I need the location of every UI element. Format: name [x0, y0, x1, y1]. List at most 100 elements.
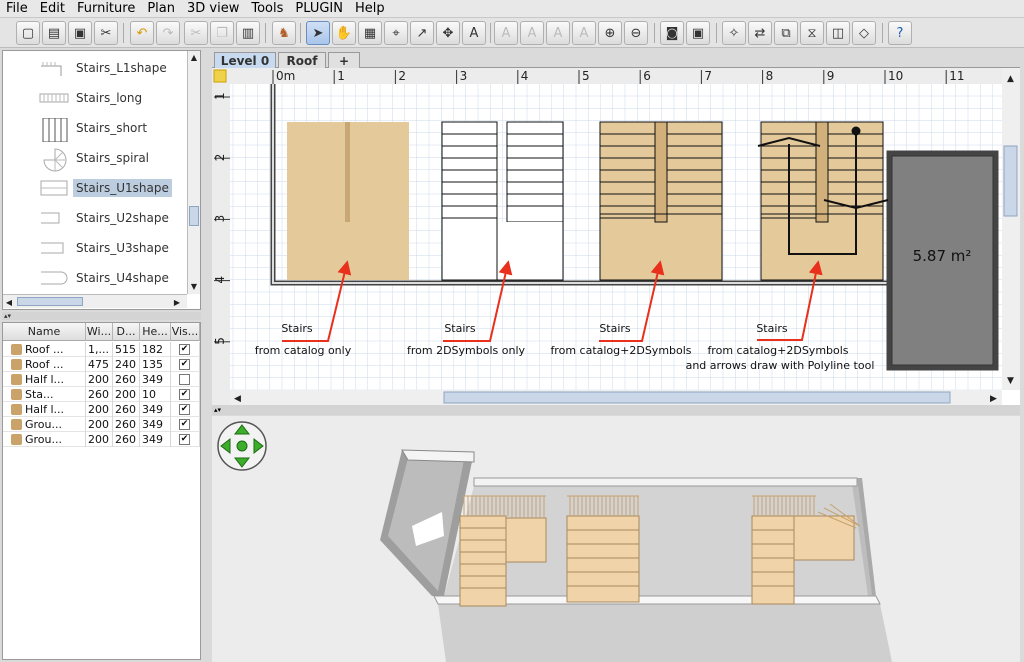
text-italic-icon[interactable]: A — [520, 21, 544, 45]
menu-plan[interactable]: Plan — [141, 0, 181, 18]
zoom-out-icon[interactable]: ⊖ — [624, 21, 648, 45]
ruler-x-label: 3 — [460, 69, 468, 83]
3d-view[interactable] — [212, 416, 1020, 662]
table-row[interactable]: Roof ... 1,... 515 182 ✔ — [3, 342, 200, 357]
tab-level-0[interactable]: Level 0 — [214, 52, 276, 68]
export-icon[interactable]: ◇ — [852, 21, 876, 45]
create-rooms-icon[interactable]: ▦ — [358, 21, 382, 45]
create-photo-icon[interactable]: ◙ — [660, 21, 684, 45]
menu-3d-view[interactable]: 3D view — [181, 0, 245, 18]
table-cell: 182 — [140, 342, 171, 357]
table-row[interactable]: Half l... 200 260 349 ✔ — [3, 402, 200, 417]
navigation-arrows-icon[interactable] — [216, 420, 268, 472]
toolbar: ▢ ▤ ▣ ✂ ↶ ↷ ✂ ❐ ▥ ♞ ➤ ✋ ▦ ⌖ ↗ ✥ A A A A … — [0, 18, 1024, 48]
text-bold-icon[interactable]: A — [494, 21, 518, 45]
splitter[interactable]: ▴▾ — [212, 405, 1020, 415]
add-level-button[interactable]: + — [328, 52, 360, 68]
table-cell: Half l... — [3, 372, 86, 387]
cut-preferences-icon[interactable]: ✂ — [94, 21, 118, 45]
stairs-catalog-2dsymbols-arrows — [757, 121, 889, 281]
help-icon[interactable]: ? — [888, 21, 912, 45]
ruler-y-label: 1 — [213, 92, 227, 100]
table-row[interactable]: Half l... 200 260 349 — [3, 372, 200, 387]
table-row[interactable]: Roof ... 475 240 135 ✔ — [3, 357, 200, 372]
scroll-right-icon[interactable]: ▶ — [171, 296, 183, 308]
create-labels-icon[interactable]: ✥ — [436, 21, 460, 45]
create-dimension-icon[interactable]: ↗ — [410, 21, 434, 45]
reduce-text-icon[interactable]: A — [572, 21, 596, 45]
column-header-name[interactable]: Name — [3, 323, 86, 341]
zoom-in-icon[interactable]: ⊕ — [598, 21, 622, 45]
column-header-height[interactable]: He... — [140, 323, 171, 341]
menu-bar: File Edit Furniture Plan 3D view Tools P… — [0, 0, 1024, 18]
enlarge-text-icon[interactable]: A — [546, 21, 570, 45]
create-video-icon[interactable]: ▣ — [686, 21, 710, 45]
open-icon[interactable]: ▤ — [42, 21, 66, 45]
annotation-text: from catalog only — [255, 344, 352, 357]
visible-checkbox[interactable]: ✔ — [179, 404, 190, 415]
ruler-corner-icon — [213, 69, 227, 83]
undo-icon[interactable]: ↶ — [130, 21, 154, 45]
create-polylines-icon[interactable]: ⌖ — [384, 21, 408, 45]
scroll-down-icon[interactable]: ▼ — [188, 280, 200, 292]
table-cell: 515 — [113, 342, 140, 357]
table-cell: 349 — [140, 402, 171, 417]
menu-help[interactable]: Help — [349, 0, 391, 18]
table-cell: 475 — [86, 357, 113, 372]
annotation-text: Stairs — [756, 322, 788, 335]
visible-checkbox[interactable]: ✔ — [179, 389, 190, 400]
new-file-icon[interactable]: ▢ — [16, 21, 40, 45]
menu-file[interactable]: File — [0, 0, 34, 18]
furniture-list: Name Wi... D... He... Vis... Roof ... 1,.… — [2, 322, 201, 660]
visible-checkbox[interactable]: ✔ — [179, 434, 190, 445]
table-row[interactable]: Sta... 260 200 10 ✔ — [3, 387, 200, 402]
visible-checkbox[interactable] — [179, 374, 190, 385]
menu-tools[interactable]: Tools — [245, 0, 289, 18]
table-cell: 349 — [140, 417, 171, 432]
save-icon[interactable]: ▣ — [68, 21, 92, 45]
column-header-width[interactable]: Wi... — [86, 323, 113, 341]
catalog-horizontal-scrollbar[interactable]: ◀ ▶ — [3, 294, 187, 308]
scroll-thumb[interactable] — [17, 297, 83, 306]
copy-icon[interactable]: ❐ — [210, 21, 234, 45]
column-header-visible[interactable]: Vis... — [171, 323, 200, 341]
visible-checkbox[interactable]: ✔ — [179, 419, 190, 430]
tab-roof[interactable]: Roof — [278, 52, 326, 68]
menu-edit[interactable]: Edit — [34, 0, 71, 18]
stairs-icon — [11, 389, 22, 400]
splitter[interactable]: ▴▾ — [2, 312, 201, 320]
plan-view[interactable]: 0m1234567891011 12345 5.87 m² — [212, 68, 1020, 405]
mirror-icon[interactable]: ⧖ — [800, 21, 824, 45]
scroll-left-icon[interactable]: ◀ — [3, 296, 15, 308]
menu-plugin[interactable]: PLUGIN — [289, 0, 349, 18]
redo-icon[interactable]: ↷ — [156, 21, 180, 45]
stairs-short-icon — [39, 117, 69, 143]
scroll-thumb[interactable] — [189, 206, 199, 226]
table-cell: Grou... — [3, 417, 86, 432]
paste-icon[interactable]: ▥ — [236, 21, 260, 45]
table-cell: 260 — [86, 387, 113, 402]
import-texture-icon[interactable]: ⇄ — [748, 21, 772, 45]
group-icon — [11, 434, 22, 445]
cut-icon[interactable]: ✂ — [184, 21, 208, 45]
import-furniture-icon[interactable]: ✧ — [722, 21, 746, 45]
scroll-up-icon[interactable]: ▲ — [188, 51, 200, 63]
select-arrow-icon[interactable]: ➤ — [306, 21, 330, 45]
table-cell: 260 — [113, 417, 140, 432]
table-cell: 1,... — [86, 342, 113, 357]
pan-hand-icon[interactable]: ✋ — [332, 21, 356, 45]
table-cell: 200 — [86, 402, 113, 417]
column-header-depth[interactable]: D... — [113, 323, 140, 341]
add-furniture-icon[interactable]: ♞ — [272, 21, 296, 45]
catalog-vertical-scrollbar[interactable]: ▲ ▼ — [187, 51, 200, 294]
add-text-icon[interactable]: A — [462, 21, 486, 45]
visible-checkbox[interactable]: ✔ — [179, 359, 190, 370]
menu-furniture[interactable]: Furniture — [71, 0, 141, 18]
import-background-icon[interactable]: ◫ — [826, 21, 850, 45]
visible-checkbox[interactable]: ✔ — [179, 344, 190, 355]
flip-icon[interactable]: ⧉ — [774, 21, 798, 45]
annotation-text: Stairs — [281, 322, 313, 335]
scroll-thumb — [443, 391, 951, 404]
table-row[interactable]: Grou... 200 260 349 ✔ — [3, 432, 200, 447]
table-row[interactable]: Grou... 200 260 349 ✔ — [3, 417, 200, 432]
